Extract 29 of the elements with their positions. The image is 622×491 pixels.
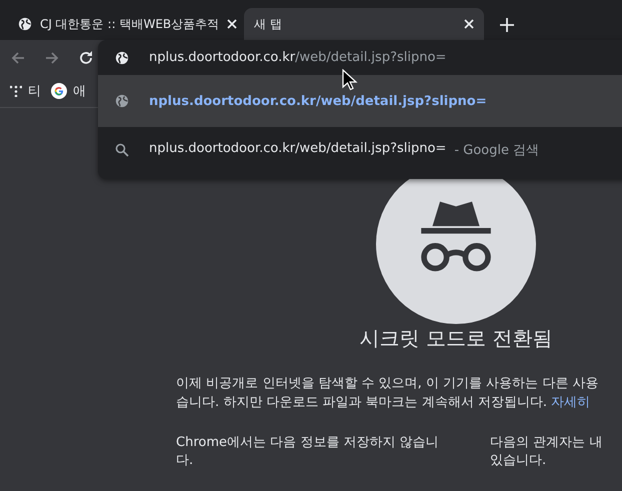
learn-more-link[interactable]: 자세히 <box>551 395 590 410</box>
reload-icon[interactable] <box>78 50 94 66</box>
close-icon[interactable] <box>227 19 238 29</box>
pointer-icon <box>342 69 358 91</box>
column-text: 있습니다. <box>490 452 548 470</box>
intro-text: 습니다. 하지만 다운로드 파일과 북마크는 계속해서 저장됩니다. <box>176 395 548 410</box>
globe-icon <box>115 94 129 108</box>
browser-tab[interactable]: CJ 대한통운 :: 택배WEB상품추적 <box>8 8 240 40</box>
browser-tab[interactable]: 새 탭 <box>244 8 484 40</box>
back-icon[interactable] <box>10 50 26 66</box>
suggestion-item[interactable]: nplus.doortodoor.co.kr/web/detail.jsp?slipno= - Google 검색 <box>98 127 622 173</box>
address-text: nplus.doortodoor.co.kr/web/detail.jsp?slipno= <box>149 50 446 65</box>
globe-icon <box>18 17 32 31</box>
column-text: 다. <box>176 452 194 470</box>
close-icon[interactable] <box>464 19 474 29</box>
column-text: 다음의 관계자는 내 <box>490 434 602 452</box>
globe-icon <box>115 50 129 64</box>
suggestion-item[interactable]: nplus.doortodoor.co.kr/web/detail.jsp?slipno= <box>98 75 622 127</box>
bookmark-label[interactable]: 티 <box>28 82 41 100</box>
google-icon <box>51 83 67 99</box>
intro-text: 이제 비공개로 인터넷을 탐색할 수 있으며, 이 기기를 사용하는 다른 사용 <box>176 375 600 393</box>
address-field[interactable]: nplus.doortodoor.co.kr/web/detail.jsp?slipno= <box>98 40 622 75</box>
bookmark-label[interactable]: 애 <box>73 82 86 100</box>
search-icon <box>115 143 129 157</box>
new-tab-icon[interactable] <box>500 18 514 32</box>
forward-icon[interactable] <box>44 50 60 66</box>
column-text: Chrome에서는 다음 정보를 저장하지 않습니 <box>176 434 440 452</box>
page-heading: 시크릿 모드로 전환됨 <box>358 326 554 350</box>
dots-icon <box>10 85 22 97</box>
